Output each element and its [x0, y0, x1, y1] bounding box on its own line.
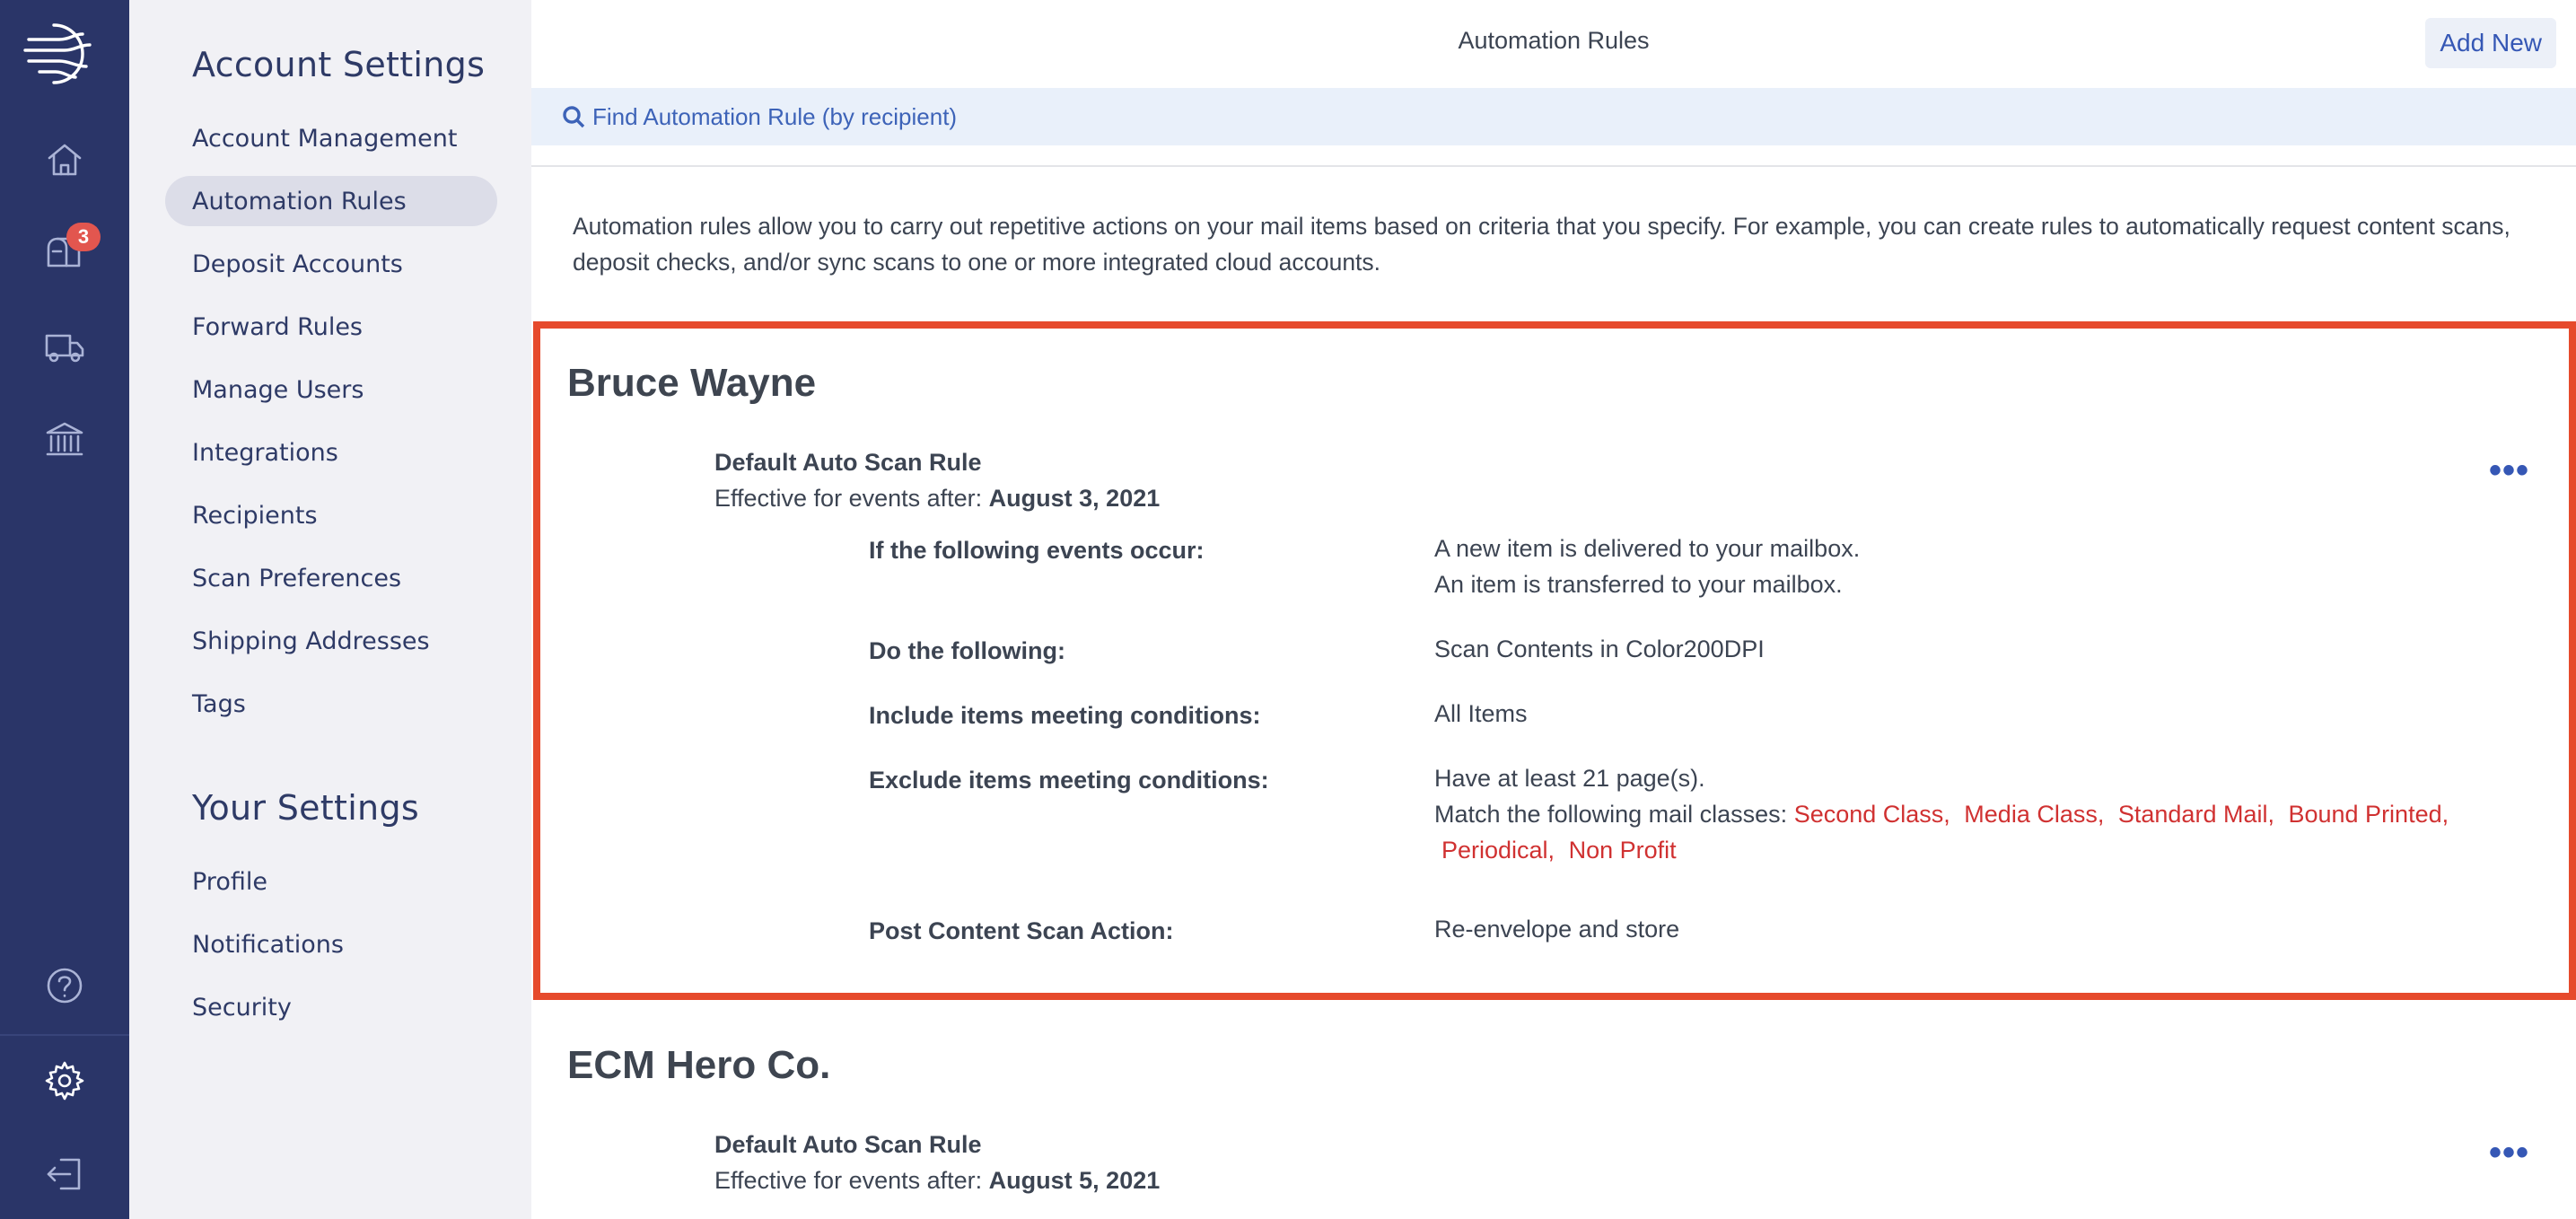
recipient-name: ECM Hero Co.	[567, 1043, 831, 1087]
effective-date: August 3, 2021	[988, 485, 1161, 512]
exclude-pages: Have at least 21 page(s).	[1434, 765, 1705, 792]
nav-item-forward-rules[interactable]: Forward Rules	[165, 302, 497, 352]
your-settings-heading: Your Settings	[192, 788, 419, 828]
main-content: Automation Rules Add New Find Automation…	[531, 0, 2576, 1219]
rule-effective-date: Effective for events after: August 5, 20…	[714, 1167, 1160, 1195]
rule-name: Default Auto Scan Rule	[714, 1131, 982, 1158]
exclude-mail-classes: Match the following mail classes: Second…	[1434, 796, 2538, 868]
logout-icon[interactable]	[0, 1138, 129, 1210]
find-rule-label: Find Automation Rule (by recipient)	[592, 102, 958, 130]
account-settings-heading: Account Settings	[192, 45, 486, 84]
icon-rail: 3	[0, 0, 129, 1219]
effective-prefix: Effective for events after:	[714, 1167, 983, 1194]
nav-item-shipping-addresses[interactable]: Shipping Addresses	[165, 616, 497, 666]
page-title: Automation Rules	[1458, 27, 1650, 54]
bank-icon[interactable]	[0, 404, 129, 476]
nav-item-recipients[interactable]: Recipients	[165, 490, 497, 540]
mail-class: Second Class,	[1793, 801, 1950, 828]
include-value: All Items	[1434, 700, 1528, 727]
post-scan-value: Re-envelope and store	[1434, 916, 1680, 943]
gear-icon[interactable]	[0, 1045, 129, 1117]
exclude-label: Exclude items meeting conditions:	[869, 767, 1269, 794]
event-item: A new item is delivered to your mailbox.	[1434, 535, 1861, 562]
rule-more-options-button[interactable]: •••	[2489, 1135, 2529, 1171]
rule-effective-date: Effective for events after: August 3, 20…	[714, 485, 1160, 513]
nav-item-tags[interactable]: Tags	[165, 679, 497, 729]
add-new-button[interactable]: Add New	[2425, 18, 2556, 68]
nav-item-notifications[interactable]: Notifications	[165, 919, 497, 969]
nav-item-profile[interactable]: Profile	[165, 856, 497, 907]
do-label: Do the following:	[869, 637, 1065, 664]
mail-class: Periodical,	[1441, 837, 1555, 864]
help-icon[interactable]	[0, 950, 129, 1022]
notification-badge: 3	[66, 223, 101, 251]
events-value: A new item is delivered to your mailbox.…	[1434, 531, 1860, 602]
event-item: An item is transferred to your mailbox.	[1434, 571, 1843, 598]
nav-item-security[interactable]: Security	[165, 982, 497, 1032]
nav-item-automation-rules[interactable]: Automation Rules	[165, 176, 497, 226]
nav-item-integrations[interactable]: Integrations	[165, 427, 497, 478]
nav-item-deposit-accounts[interactable]: Deposit Accounts	[165, 239, 497, 289]
mail-classes-prefix: Match the following mail classes:	[1434, 801, 1788, 828]
events-label: If the following events occur:	[869, 537, 1205, 564]
recipient-name: Bruce Wayne	[567, 361, 817, 405]
mail-class: Non Profit	[1568, 837, 1677, 864]
exclude-value: Have at least 21 page(s). Match the foll…	[1434, 760, 2538, 868]
rail-divider	[0, 1034, 129, 1036]
search-icon	[563, 106, 585, 128]
mail-class: Media Class,	[1964, 801, 2105, 828]
rule-name: Default Auto Scan Rule	[714, 449, 982, 476]
mailbox-icon[interactable]: 3	[0, 215, 129, 287]
effective-prefix: Effective for events after:	[714, 485, 983, 512]
nav-item-scan-preferences[interactable]: Scan Preferences	[165, 553, 497, 603]
effective-date: August 5, 2021	[988, 1167, 1161, 1194]
post-scan-label: Post Content Scan Action:	[869, 917, 1174, 944]
page-header: Automation Rules Add New	[531, 0, 2576, 88]
truck-icon[interactable]	[0, 311, 129, 382]
include-label: Include items meeting conditions:	[869, 702, 1261, 729]
do-value: Scan Contents in Color200DPI	[1434, 636, 1765, 662]
mail-class: Bound Printed,	[2288, 801, 2449, 828]
find-rule-search[interactable]: Find Automation Rule (by recipient)	[531, 88, 2576, 145]
divider	[531, 165, 2576, 167]
home-icon[interactable]	[0, 124, 129, 196]
settings-sidebar: Account Settings Account Management Auto…	[129, 0, 531, 1219]
intro-text: Automation rules allow you to carry out …	[573, 213, 2510, 276]
nav-item-account-management[interactable]: Account Management	[165, 113, 497, 163]
nav-item-manage-users[interactable]: Manage Users	[165, 364, 497, 415]
rule-more-options-button[interactable]: •••	[2489, 452, 2529, 488]
mail-class: Standard Mail,	[2117, 801, 2274, 828]
app-logo-icon[interactable]	[0, 20, 129, 88]
